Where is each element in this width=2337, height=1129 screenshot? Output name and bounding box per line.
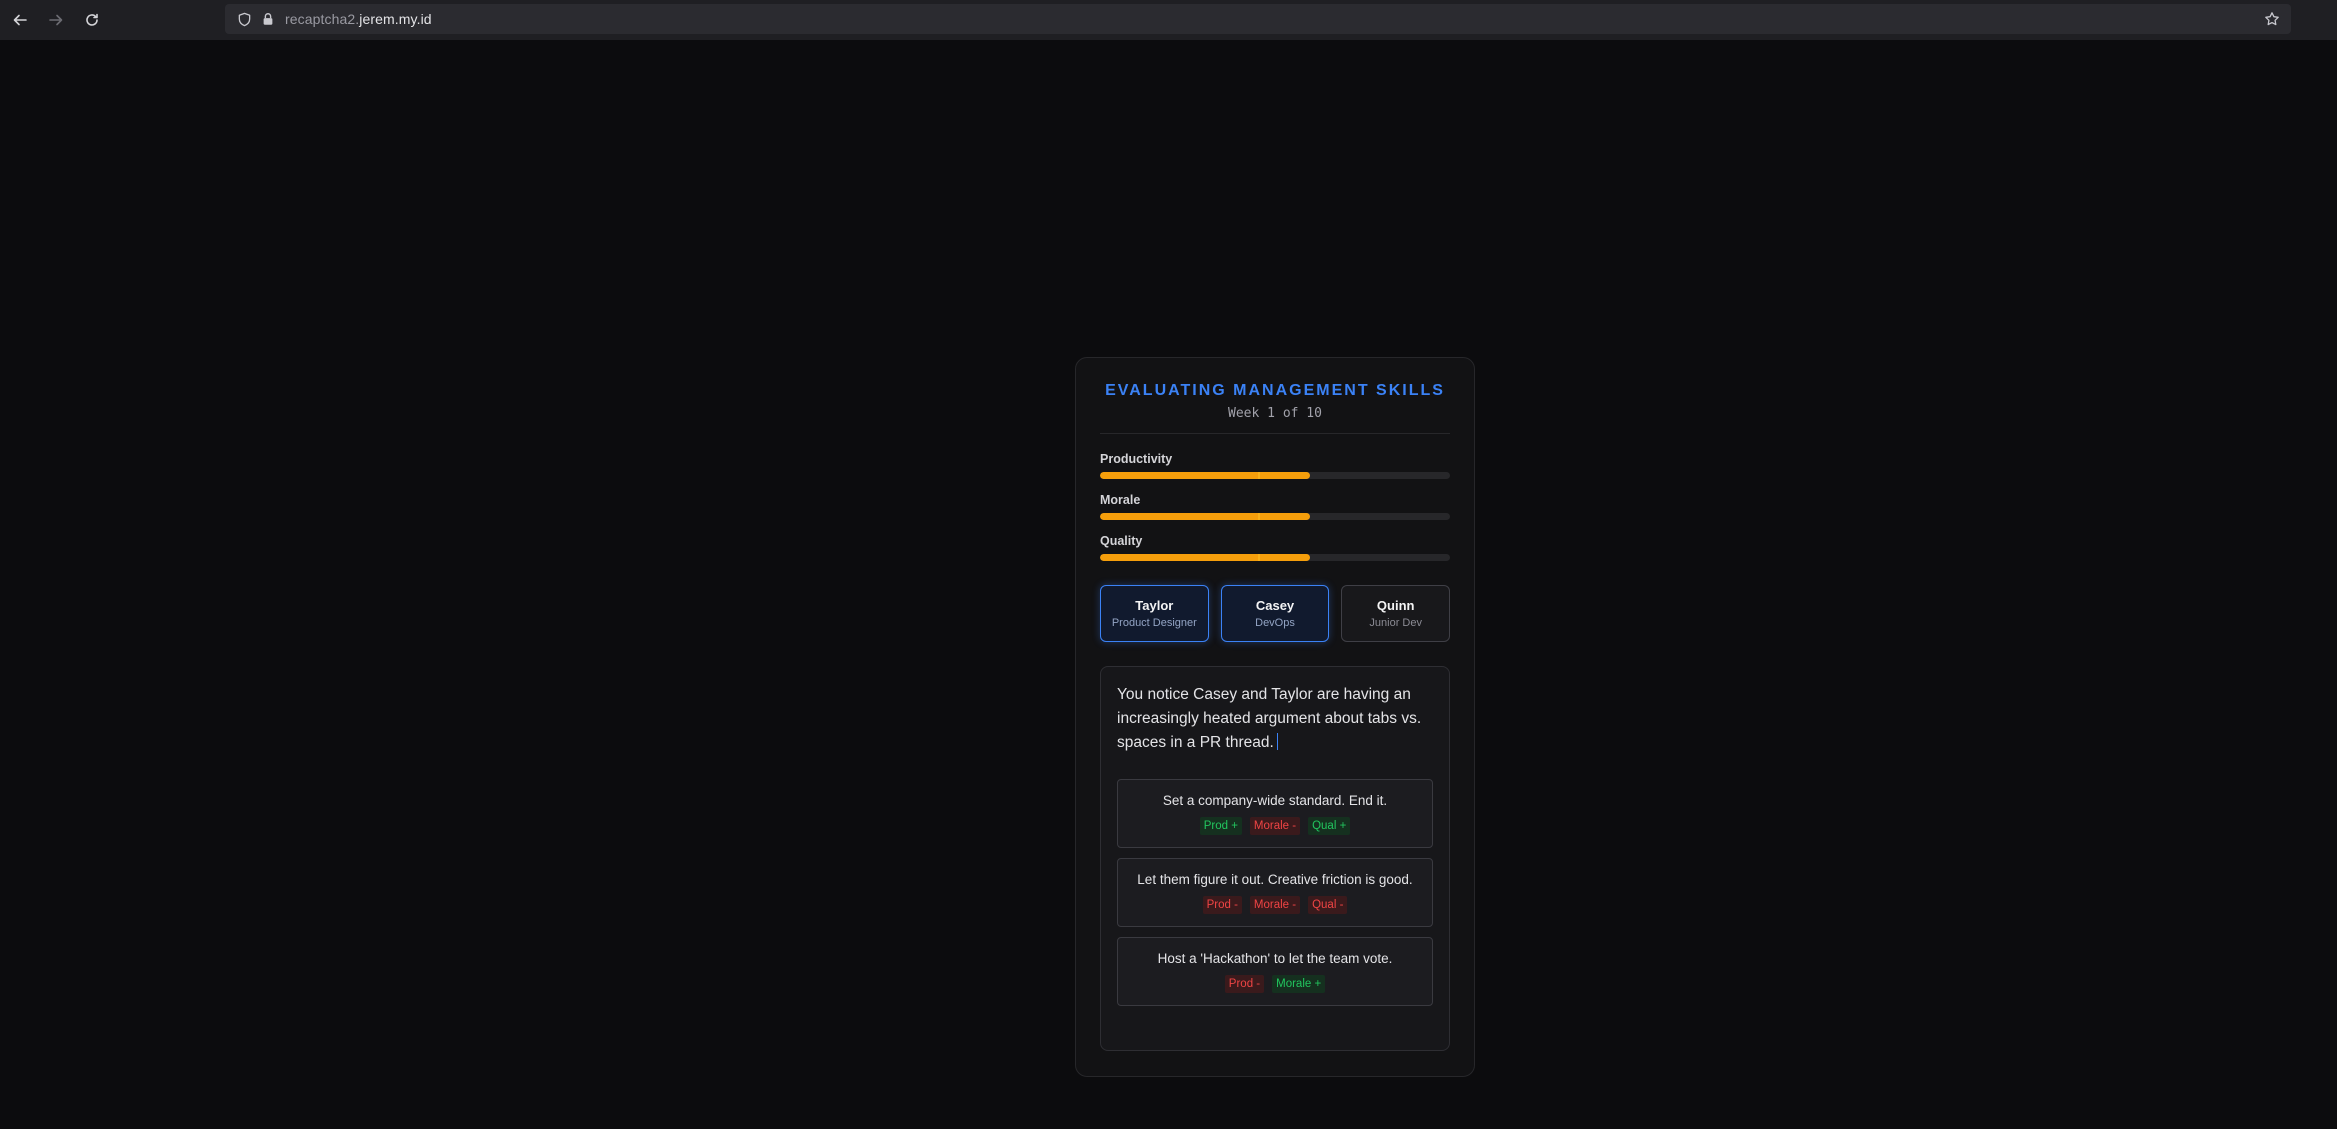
reload-button[interactable] xyxy=(74,2,110,38)
stat-bar-fill xyxy=(1100,513,1310,520)
member-role: Junior Dev xyxy=(1369,617,1422,629)
team-member-casey[interactable]: Casey DevOps xyxy=(1220,585,1330,642)
stat-label: Productivity xyxy=(1100,452,1173,466)
effect-tag: Morale - xyxy=(1249,895,1301,914)
effect-tag: Prod - xyxy=(1202,895,1242,914)
game-title: EVALUATING MANAGEMENT SKILLS xyxy=(1105,382,1445,399)
week-counter: Week 1 of 10 xyxy=(1228,406,1322,421)
stat-bar-marker xyxy=(1257,513,1260,520)
stats-panel: Productivity Morale Quality xyxy=(1100,452,1450,561)
stat-quality: Quality xyxy=(1100,534,1450,561)
address-bar[interactable]: recaptcha2.jerem.my.id xyxy=(225,4,2291,34)
choice-text: Host a 'Hackathon' to let the team vote. xyxy=(1157,950,1393,966)
choice-button-3[interactable]: Host a 'Hackathon' to let the team vote.… xyxy=(1117,937,1433,1006)
choice-text: Set a company-wide standard. End it. xyxy=(1162,792,1388,808)
scenario-panel: You notice Casey and Taylor are having a… xyxy=(1100,666,1450,1051)
effect-tag: Prod - xyxy=(1224,974,1265,993)
member-role: Product Designer xyxy=(1111,617,1197,629)
member-role: DevOps xyxy=(1255,617,1295,629)
effect-tags: Prod - Morale - Qual - xyxy=(1202,895,1348,914)
game-card: EVALUATING MANAGEMENT SKILLS Week 1 of 1… xyxy=(1075,357,1475,1077)
effect-tag: Prod + xyxy=(1199,816,1242,835)
stat-bar-marker xyxy=(1257,554,1260,561)
stat-morale: Morale xyxy=(1100,493,1450,520)
stat-bar-fill xyxy=(1100,472,1310,479)
team-member-quinn[interactable]: Quinn Junior Dev xyxy=(1341,585,1451,642)
effect-tag: Morale + xyxy=(1272,974,1326,993)
effect-tag: Morale - xyxy=(1249,816,1301,835)
stat-label: Morale xyxy=(1100,493,1141,507)
effect-tags: Prod - Morale + xyxy=(1224,974,1326,993)
effect-tag: Qual + xyxy=(1308,816,1351,835)
stat-bar-track xyxy=(1100,554,1450,561)
effect-tag: Qual - xyxy=(1308,895,1348,914)
text-caret xyxy=(1276,733,1278,750)
stat-bar-track xyxy=(1100,513,1450,520)
choice-button-1[interactable]: Set a company-wide standard. End it. Prod… xyxy=(1117,779,1433,848)
arrow-left-icon xyxy=(13,14,27,26)
browser-toolbar: recaptcha2.jerem.my.id xyxy=(0,0,2337,40)
bookmark-star-icon[interactable] xyxy=(2261,8,2283,30)
team-roster: Taylor Product Designer Casey DevOps Quinn Ju… xyxy=(1100,585,1451,642)
arrow-right-icon xyxy=(49,14,63,26)
member-name: Quinn xyxy=(1376,598,1415,613)
member-name: Taylor xyxy=(1135,598,1174,613)
effect-tags: Prod + Morale - Qual + xyxy=(1199,816,1351,835)
url-text: recaptcha2.jerem.my.id xyxy=(285,11,432,27)
member-name: Casey xyxy=(1255,598,1295,613)
stat-label: Quality xyxy=(1100,534,1143,548)
choice-button-2[interactable]: Let them figure it out. Creative frictio… xyxy=(1117,858,1433,927)
team-member-taylor[interactable]: Taylor Product Designer xyxy=(1100,585,1209,642)
stat-bar-track xyxy=(1100,472,1450,479)
stat-bar-marker xyxy=(1257,472,1260,479)
reload-icon xyxy=(86,13,98,26)
stat-bar-fill xyxy=(1100,554,1310,561)
shield-icon[interactable] xyxy=(233,8,255,30)
back-button[interactable] xyxy=(2,2,38,38)
scenario-prompt: You notice Casey and Taylor are having a… xyxy=(1117,686,1422,751)
forward-button[interactable] xyxy=(38,2,74,38)
choice-list: Set a company-wide standard. End it. Prod… xyxy=(1117,779,1433,1006)
stat-productivity: Productivity xyxy=(1100,452,1450,479)
choice-text: Let them figure it out. Creative frictio… xyxy=(1137,871,1413,887)
divider xyxy=(1100,433,1450,434)
lock-icon[interactable] xyxy=(257,8,279,30)
